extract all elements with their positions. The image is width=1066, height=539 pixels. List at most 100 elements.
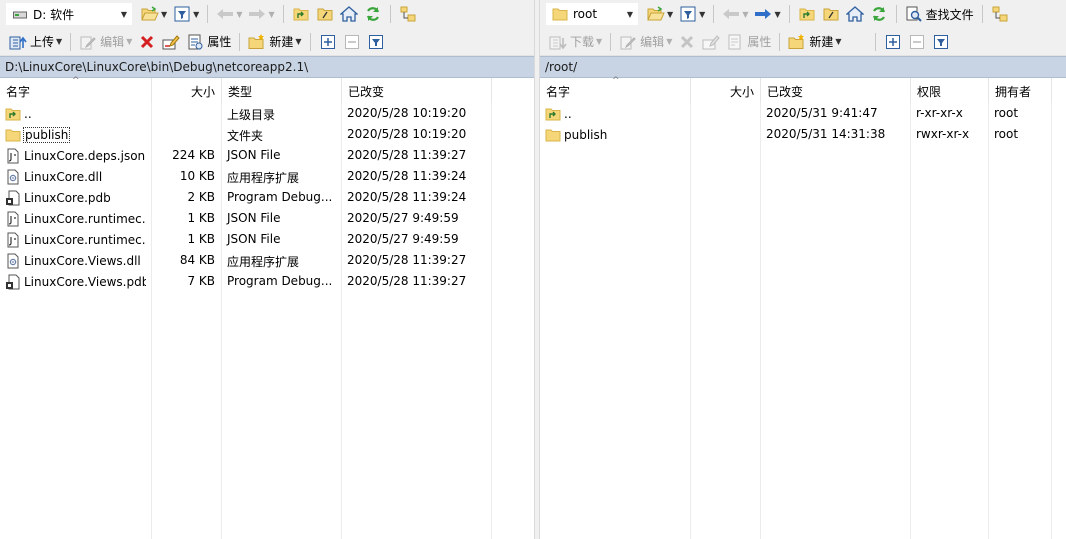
local-path-bar[interactable]: D:\LinuxCore\LinuxCore\bin\Debug\netcore…	[0, 56, 534, 78]
new-label: 新建	[809, 35, 834, 49]
file-modified-cell: 2020/5/27 9:49:59	[347, 211, 459, 225]
file-owner-cell: root	[994, 106, 1019, 120]
find-files-button[interactable]: 查找文件	[902, 3, 977, 25]
refresh-button[interactable]	[867, 3, 891, 25]
file-row[interactable]: LinuxCore.dll 10 KB 应用程序扩展 2020/5/28 11:39:…	[0, 166, 534, 187]
properties-icon	[186, 33, 204, 51]
drive-icon	[11, 5, 29, 23]
file-row[interactable]: LinuxCore.runtimec... 1 KB JSON File 2020/5…	[0, 229, 534, 250]
properties-label: 属性	[207, 35, 232, 49]
local-drive-select[interactable]: D: 软件 ▼	[6, 3, 132, 25]
column-header-name[interactable]: 名字 ^	[540, 76, 691, 103]
file-row[interactable]: LinuxCore.runtimec... 1 KB JSON File 2020/5…	[0, 208, 534, 229]
file-size-cell: 84 KB	[179, 253, 215, 267]
forward-button[interactable]: ▼	[751, 3, 783, 25]
file-type-cell: 上级目录	[227, 108, 276, 122]
back-button[interactable]: ▼	[719, 3, 751, 25]
file-row[interactable]: publish 2020/5/31 14:31:38 rwxr-xr-x root	[540, 124, 1066, 145]
forward-button[interactable]: ▼	[245, 3, 277, 25]
file-row[interactable]: .. 2020/5/31 9:41:47 r-xr-xr-x root	[540, 103, 1066, 124]
file-row[interactable]: publish 文件夹 2020/5/28 10:19:20	[0, 124, 534, 145]
file-row[interactable]: .. 上级目录 2020/5/28 10:19:20	[0, 103, 534, 124]
folder-root-icon	[316, 5, 334, 23]
edit-button[interactable]: 编辑 ▼	[616, 31, 675, 53]
tree-icon	[399, 5, 417, 23]
parent-directory-button[interactable]	[795, 3, 819, 25]
open-folder-button[interactable]: ▼	[644, 3, 676, 25]
filter-button[interactable]: ▼	[170, 3, 202, 25]
root-directory-button[interactable]	[313, 3, 337, 25]
file-name: LinuxCore.runtimec...	[24, 232, 146, 247]
minus-box-icon	[343, 33, 361, 51]
file-size-cell: 1 KB	[187, 211, 215, 225]
column-divider	[760, 103, 761, 539]
column-header-permissions[interactable]: 权限	[911, 78, 989, 103]
open-folder-button[interactable]: ▼	[138, 3, 170, 25]
edit-button[interactable]: 编辑 ▼	[76, 31, 135, 53]
file-name-cell: publish	[540, 124, 690, 145]
file-modified-cell: 2020/5/28 11:39:27	[347, 148, 467, 162]
arrow-left-icon	[722, 5, 740, 23]
column-header-size[interactable]: 大小	[152, 78, 222, 103]
new-button[interactable]: 新建 ▼	[245, 31, 304, 53]
local-toolbar-actions: 上传 ▼ 编辑 ▼ 属性 新建 ▼	[0, 28, 534, 56]
toolbar-separator	[282, 5, 284, 23]
file-row[interactable]: LinuxCore.pdb 2 KB Program Debug... 2020/5/…	[0, 187, 534, 208]
parent-directory-button[interactable]	[289, 3, 313, 25]
filter-select-button[interactable]	[929, 31, 953, 53]
column-header-size[interactable]: 大小	[691, 78, 761, 103]
download-button[interactable]: 下载 ▼	[546, 31, 605, 53]
rename-button[interactable]	[699, 31, 723, 53]
filter-select-button[interactable]	[364, 31, 388, 53]
file-size-cell: 7 KB	[187, 274, 215, 288]
filter-button[interactable]: ▼	[676, 3, 708, 25]
arrow-right-icon	[248, 5, 266, 23]
folder-up-icon	[798, 5, 816, 23]
json-file-icon	[5, 232, 21, 248]
local-list-header: 名字 ^ 大小 类型 已改变	[0, 76, 534, 103]
column-header-modified[interactable]: 已改变	[342, 78, 492, 103]
file-name: LinuxCore.dll	[24, 169, 103, 184]
rename-button[interactable]	[159, 31, 183, 53]
file-modified-cell: 2020/5/28 10:19:20	[347, 127, 467, 141]
column-header-type[interactable]: 类型	[222, 78, 342, 103]
delete-button[interactable]	[135, 31, 159, 53]
toolbar-separator	[389, 5, 391, 23]
file-size-cell	[690, 124, 760, 145]
find-files-label: 查找文件	[925, 7, 974, 22]
local-file-list[interactable]: 名字 ^ 大小 类型 已改变 .. 上级目录 2020/5/28 10:19:20 pu…	[0, 76, 534, 539]
properties-button[interactable]: 属性	[183, 31, 234, 53]
file-modified-cell: 2020/5/31 9:41:47	[766, 106, 878, 120]
delete-button[interactable]	[675, 31, 699, 53]
unselect-files-button[interactable]	[905, 31, 929, 53]
file-row[interactable]: LinuxCore.Views.pdb 7 KB Program Debug... 2…	[0, 271, 534, 292]
column-header-owner[interactable]: 拥有者	[989, 78, 1052, 103]
tree-view-button[interactable]	[988, 3, 1012, 25]
remote-directory-select[interactable]: root ▼	[546, 3, 638, 25]
remote-panel: root ▼ ▼ ▼ ▼ ▼ 查找文件 下载 ▼ 编辑 ▼ 属性 新建 ▼ /r…	[540, 0, 1066, 539]
toolbar-separator	[874, 32, 876, 51]
file-row[interactable]: LinuxCore.Views.dll 84 KB 应用程序扩展 2020/5/28 …	[0, 250, 534, 271]
home-directory-button[interactable]	[843, 3, 867, 25]
select-files-button[interactable]	[316, 31, 340, 53]
root-directory-button[interactable]	[819, 3, 843, 25]
remote-file-list[interactable]: 名字 ^ 大小 已改变 权限 拥有者 .. 2020/5/31 9:41:47 r-x…	[540, 76, 1066, 539]
file-size-cell	[151, 124, 221, 145]
remote-toolbar-actions: 下载 ▼ 编辑 ▼ 属性 新建 ▼	[540, 28, 1066, 56]
new-button[interactable]: 新建 ▼	[785, 31, 844, 53]
home-directory-button[interactable]	[337, 3, 361, 25]
back-button[interactable]: ▼	[213, 3, 245, 25]
refresh-icon	[364, 5, 382, 23]
file-row[interactable]: LinuxCore.deps.json 224 KB JSON File 2020/5…	[0, 145, 534, 166]
column-header-modified[interactable]: 已改变	[761, 78, 911, 103]
properties-button[interactable]: 属性	[723, 31, 774, 53]
column-header-name[interactable]: 名字 ^	[0, 76, 152, 103]
refresh-button[interactable]	[361, 3, 385, 25]
upload-button[interactable]: 上传 ▼	[6, 31, 65, 53]
remote-path-bar[interactable]: /root/	[540, 56, 1066, 78]
edit-icon	[619, 33, 637, 51]
tree-view-button[interactable]	[396, 3, 420, 25]
file-name-cell: LinuxCore.runtimec...	[0, 208, 151, 229]
select-files-button[interactable]	[881, 31, 905, 53]
unselect-files-button[interactable]	[340, 31, 364, 53]
